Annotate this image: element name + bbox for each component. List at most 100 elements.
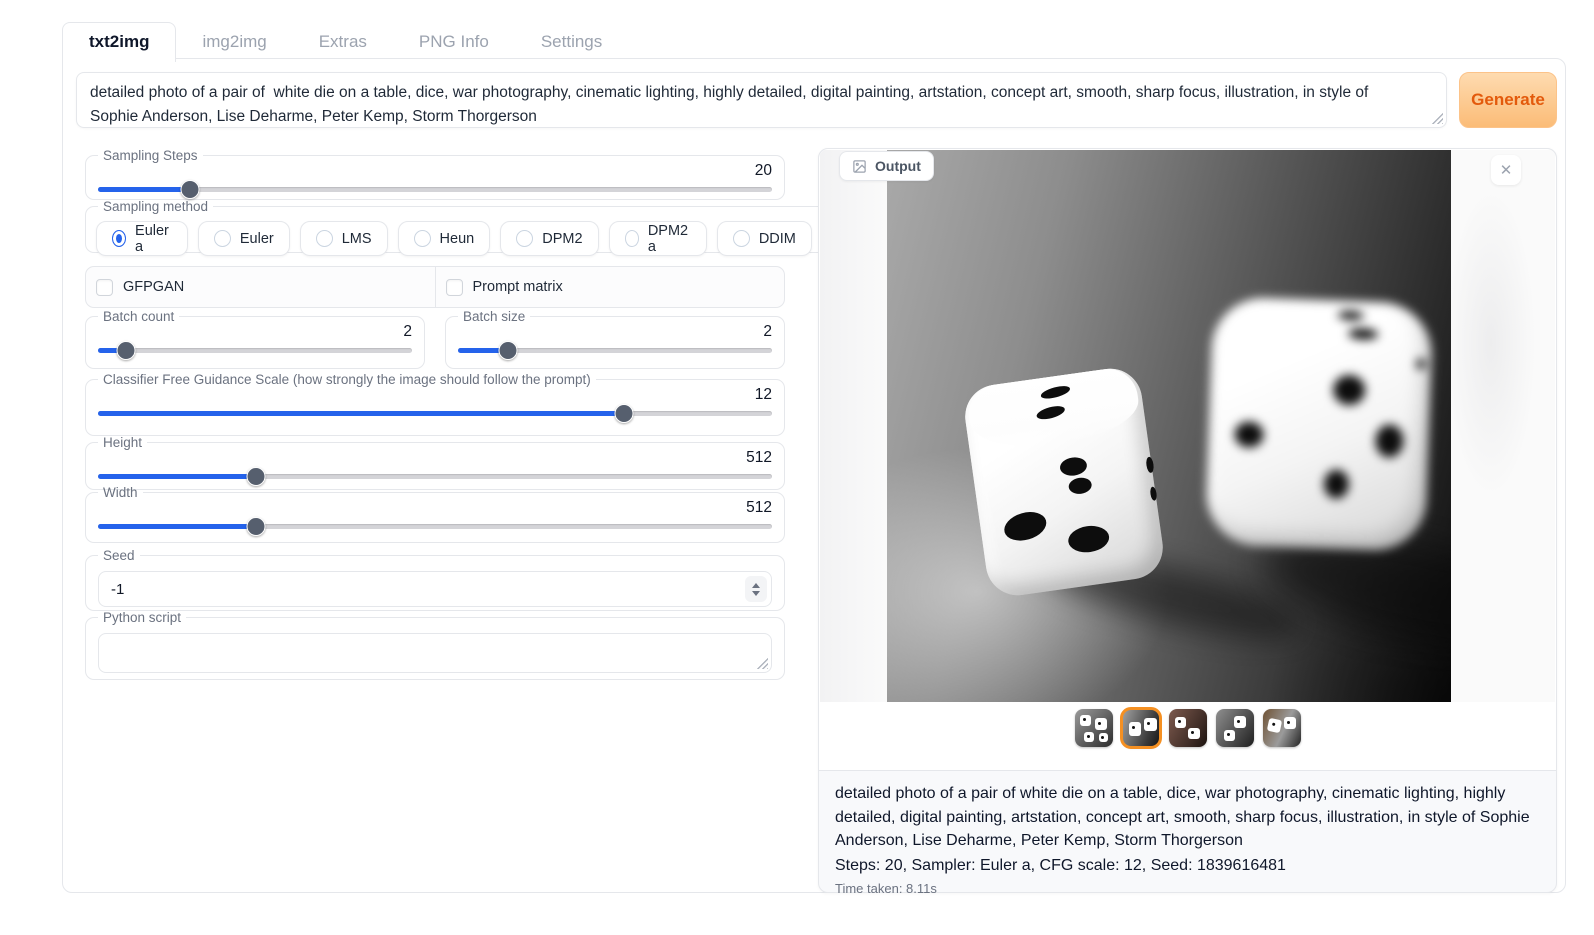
height-slider[interactable] [98,467,772,485]
slider-thumb[interactable] [247,467,266,486]
batch-count-label: Batch count [98,309,179,324]
sampling-steps-group: Sampling Steps 20 [85,148,785,200]
tab-img2img[interactable]: img2img [176,23,292,62]
slider-fill [98,411,624,416]
sampling-steps-slider[interactable] [98,180,772,198]
sampling-steps-value: 20 [96,162,774,179]
seed-input[interactable] [99,572,771,606]
slider-thumb[interactable] [499,341,518,360]
radio-dot [316,230,333,247]
radio-dpm2-a[interactable]: DPM2 a [609,221,707,256]
radio-lms[interactable]: LMS [300,221,388,256]
tab-extras[interactable]: Extras [293,23,393,62]
output-gallery: Output ✕ [819,149,1556,771]
gallery-thumbnail[interactable] [1075,709,1113,747]
prompt-matrix-option: Prompt matrix [435,267,785,307]
seed-label: Seed [98,548,140,563]
prompt-input[interactable]: detailed photo of a pair of white die on… [77,73,1446,127]
slider-thumb[interactable] [614,404,633,423]
radio-ddim[interactable]: DDIM [717,221,812,256]
radio-dot [214,230,231,247]
gallery-thumbnail[interactable] [1216,709,1254,747]
radio-dot [112,230,126,247]
image-preview [820,150,1555,702]
gallery-thumbnails [819,709,1556,747]
radio-label: Heun [440,231,475,247]
sampling-method-group: Sampling method Euler a Euler LMS Heun D… [85,199,930,253]
image-icon [852,159,867,174]
radio-heun[interactable]: Heun [398,221,491,256]
gallery-thumbnail[interactable] [1263,709,1301,747]
stepper-up-icon[interactable] [752,583,760,588]
cfg-scale-group: Classifier Free Guidance Scale (how stro… [85,372,785,436]
tab-bar: txt2img img2img Extras PNG Info Settings [62,22,628,62]
radio-dpm2[interactable]: DPM2 [500,221,598,256]
radio-dot [733,230,750,247]
tab-png-info[interactable]: PNG Info [393,23,515,62]
width-slider[interactable] [98,517,772,535]
radio-euler[interactable]: Euler [198,221,290,256]
seed-stepper[interactable] [745,576,767,602]
height-value: 512 [96,449,774,466]
gfpgan-option: GFPGAN [86,267,435,307]
python-script-label: Python script [98,610,186,625]
slider-thumb[interactable] [180,180,199,199]
sampling-method-label: Sampling method [98,199,213,214]
width-label: Width [98,485,143,500]
output-chip-label: Output [875,158,921,174]
preview-blur-right [1448,150,1555,702]
output-panel: Output ✕ [818,148,1557,893]
radio-label: LMS [342,231,372,247]
cfg-scale-slider[interactable] [98,404,772,422]
radio-euler-a[interactable]: Euler a [96,221,188,256]
batch-size-slider[interactable] [458,341,772,359]
sampling-steps-label: Sampling Steps [98,148,203,163]
width-group: Width 512 [85,485,785,543]
slider-track [98,348,412,353]
prompt-matrix-checkbox[interactable] [446,279,463,296]
height-label: Height [98,435,147,450]
die-pip [1416,358,1425,369]
python-script-wrap [98,633,772,673]
generation-info: detailed photo of a pair of white die on… [819,771,1556,892]
batch-count-slider[interactable] [98,341,412,359]
slider-fill [98,474,256,479]
generate-button[interactable]: Generate [1459,72,1557,128]
gfpgan-label: GFPGAN [123,279,184,295]
radio-label: Euler [240,231,274,247]
python-script-input[interactable] [99,634,771,672]
gfpgan-checkbox[interactable] [96,279,113,296]
height-group: Height 512 [85,435,785,490]
radio-label: Euler a [135,223,172,255]
radio-label: DPM2 [542,231,582,247]
tab-settings[interactable]: Settings [515,23,628,62]
preview-blur-left [820,150,887,702]
radio-label: DPM2 a [648,223,691,255]
tab-txt2img[interactable]: txt2img [62,22,176,62]
cfg-scale-label: Classifier Free Guidance Scale (how stro… [98,372,596,387]
options-panel: GFPGAN Prompt matrix [85,266,785,308]
generated-image[interactable] [887,150,1451,702]
stepper-down-icon[interactable] [752,591,760,596]
slider-thumb[interactable] [247,517,266,536]
output-params-text: Steps: 20, Sampler: Euler a, CFG scale: … [835,854,1540,878]
focused-die [961,365,1167,600]
sampling-method-options: Euler a Euler LMS Heun DPM2 DPM2 a DDIM [96,221,919,256]
gallery-thumbnail-selected[interactable] [1122,709,1160,747]
time-taken-text: Time taken: 8.11s [835,881,1540,896]
cfg-scale-value: 12 [96,386,774,403]
batch-size-group: Batch size 2 [445,309,785,369]
close-icon[interactable]: ✕ [1491,155,1521,185]
batch-count-value: 2 [96,323,414,340]
slider-thumb[interactable] [117,341,136,360]
gallery-thumbnail[interactable] [1169,709,1207,747]
prompt-matrix-label: Prompt matrix [473,279,563,295]
slider-fill [98,187,190,192]
output-chip: Output [839,151,934,181]
python-script-group: Python script [85,610,785,680]
seed-group: Seed [85,548,785,611]
slider-fill [98,524,256,529]
radio-label: DDIM [759,231,796,247]
prompt-input-wrap: detailed photo of a pair of white die on… [76,72,1447,128]
radio-dot [516,230,533,247]
